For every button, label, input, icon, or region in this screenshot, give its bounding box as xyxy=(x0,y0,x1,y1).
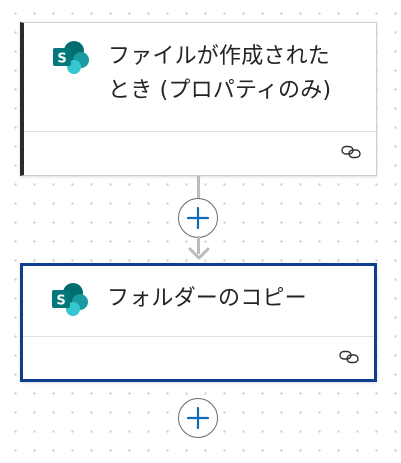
action-card[interactable]: S フォルダーのコピー xyxy=(20,263,377,382)
action-card-footer xyxy=(23,336,374,380)
link-icon[interactable] xyxy=(339,350,359,364)
plus-icon xyxy=(186,206,210,230)
sharepoint-icon: S xyxy=(52,283,88,316)
sharepoint-icon: S xyxy=(53,41,89,74)
svg-text:S: S xyxy=(56,294,65,309)
action-card-header[interactable]: S フォルダーのコピー xyxy=(23,266,374,336)
trigger-title-line1: ファイルが作成された xyxy=(108,44,331,69)
trigger-card[interactable]: S ファイルが作成された とき (プロパティのみ) xyxy=(20,22,377,176)
plus-icon xyxy=(186,406,210,430)
trigger-title-line2: とき (プロパティのみ) xyxy=(108,78,332,103)
insert-step-button[interactable] xyxy=(178,198,218,238)
action-title: フォルダーのコピー xyxy=(107,286,307,311)
trigger-card-footer xyxy=(24,131,376,176)
trigger-title: ファイルが作成された とき (プロパティのみ) xyxy=(108,40,364,108)
add-step-button[interactable] xyxy=(178,398,218,438)
link-icon[interactable] xyxy=(341,145,361,159)
trigger-card-header[interactable]: S ファイルが作成された とき (プロパティのみ) xyxy=(24,23,376,131)
connector-arrow-icon xyxy=(188,247,210,260)
svg-text:S: S xyxy=(57,52,66,67)
connector-line-top xyxy=(197,176,200,200)
